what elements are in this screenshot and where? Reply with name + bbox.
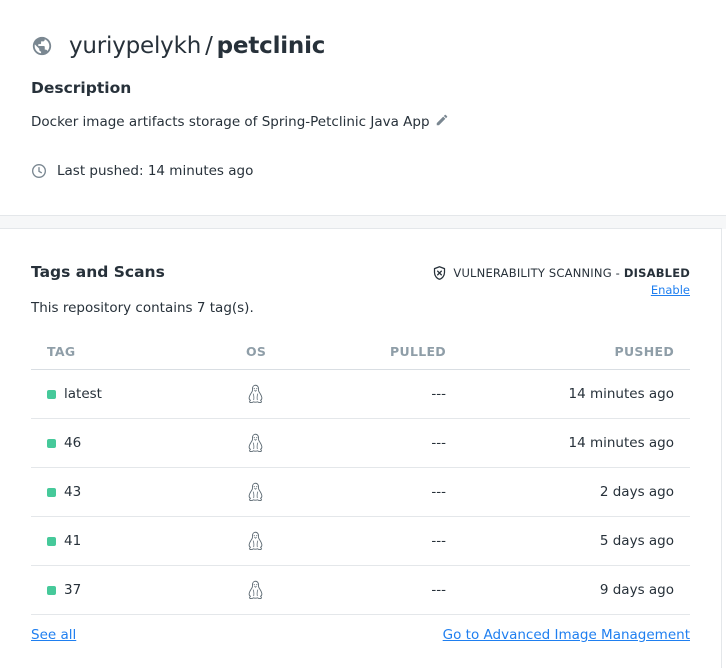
globe-icon — [32, 36, 52, 56]
tag-name[interactable]: 41 — [64, 533, 81, 549]
tag-name[interactable]: 37 — [64, 582, 81, 598]
pushed-cell: 9 days ago — [446, 565, 690, 615]
pulled-cell: --- — [336, 467, 446, 517]
tag-cell: 41 — [31, 516, 246, 566]
advanced-image-management-link[interactable]: Go to Advanced Image Management — [443, 627, 690, 643]
section-divider — [0, 215, 726, 229]
vuln-sep: - — [611, 266, 624, 280]
table-row-latest[interactable]: latest --- 14 minutes ago — [31, 369, 690, 419]
os-cell — [246, 516, 336, 566]
tag-status-dot — [47, 438, 56, 448]
tag-cell: latest — [31, 369, 246, 419]
vuln-label: VULNERABILITY SCANNING — [453, 266, 612, 280]
pulled-cell: --- — [336, 418, 446, 468]
enable-scanning-link[interactable]: Enable — [651, 283, 690, 297]
column-header-pushed: PUSHED — [446, 333, 690, 370]
shield-x-icon — [434, 266, 446, 280]
table-row-37[interactable]: 37 --- 9 days ago — [31, 565, 690, 615]
tag-cell: 46 — [31, 418, 246, 468]
repo-name: petclinic — [216, 33, 326, 59]
pulled-cell: --- — [336, 565, 446, 615]
column-header-tag: TAG — [31, 333, 246, 370]
tag-count: This repository contains 7 tag(s). — [31, 300, 254, 316]
linux-icon — [248, 482, 263, 501]
linux-icon — [248, 531, 263, 550]
os-cell — [246, 369, 336, 419]
table-row-43[interactable]: 43 --- 2 days ago — [31, 467, 690, 517]
pushed-cell: 5 days ago — [446, 516, 690, 566]
pulled-cell: --- — [336, 369, 446, 419]
tags-heading: Tags and Scans — [31, 263, 165, 281]
see-all-link[interactable]: See all — [31, 627, 76, 643]
tag-cell: 43 — [31, 467, 246, 517]
tag-name[interactable]: 46 — [64, 435, 81, 451]
clock-icon — [32, 164, 46, 178]
table-header-row: TAG OS PULLED PUSHED — [31, 333, 690, 370]
column-header-os: OS — [246, 333, 336, 370]
os-cell — [246, 565, 336, 615]
linux-icon — [248, 433, 263, 452]
tag-name[interactable]: 43 — [64, 484, 81, 500]
column-header-pulled: PULLED — [336, 333, 446, 370]
linux-icon — [248, 384, 263, 403]
tags-table-body: latest --- 14 minutes ago 46 --- 14 minu… — [31, 369, 690, 615]
repo-namespace[interactable]: yuriypelykh — [69, 33, 201, 59]
description-text: Docker image artifacts storage of Spring… — [31, 114, 430, 130]
os-cell — [246, 467, 336, 517]
tags-table: TAG OS PULLED PUSHED latest --- 14 minut… — [31, 333, 690, 615]
last-pushed: Last pushed: 14 minutes ago — [31, 163, 253, 179]
pencil-icon[interactable] — [435, 113, 449, 127]
table-row-46[interactable]: 46 --- 14 minutes ago — [31, 418, 690, 468]
vuln-status: DISABLED — [623, 266, 690, 280]
pulled-cell: --- — [336, 516, 446, 566]
tag-cell: 37 — [31, 565, 246, 615]
tag-status-dot — [47, 487, 56, 497]
table-row-41[interactable]: 41 --- 5 days ago — [31, 516, 690, 566]
tag-status-dot — [47, 585, 56, 595]
os-cell — [246, 418, 336, 468]
repo-title: yuriypelykh / petclinic — [69, 33, 325, 59]
pushed-cell: 14 minutes ago — [446, 369, 690, 419]
tag-status-dot — [47, 389, 56, 399]
repo-title-row: yuriypelykh / petclinic — [31, 33, 325, 59]
linux-icon — [248, 580, 263, 599]
pushed-cell: 2 days ago — [446, 467, 690, 517]
vulnerability-scanning-status: VULNERABILITY SCANNING - DISABLED — [432, 265, 690, 281]
repo-header: yuriypelykh / petclinic Description Docker… — [0, 0, 726, 215]
tag-status-dot — [47, 536, 56, 546]
tag-name[interactable]: latest — [64, 386, 102, 402]
repo-separator: / — [205, 33, 213, 59]
pushed-cell: 14 minutes ago — [446, 418, 690, 468]
last-pushed-text: Last pushed: 14 minutes ago — [57, 163, 254, 179]
description-heading: Description — [31, 79, 132, 97]
